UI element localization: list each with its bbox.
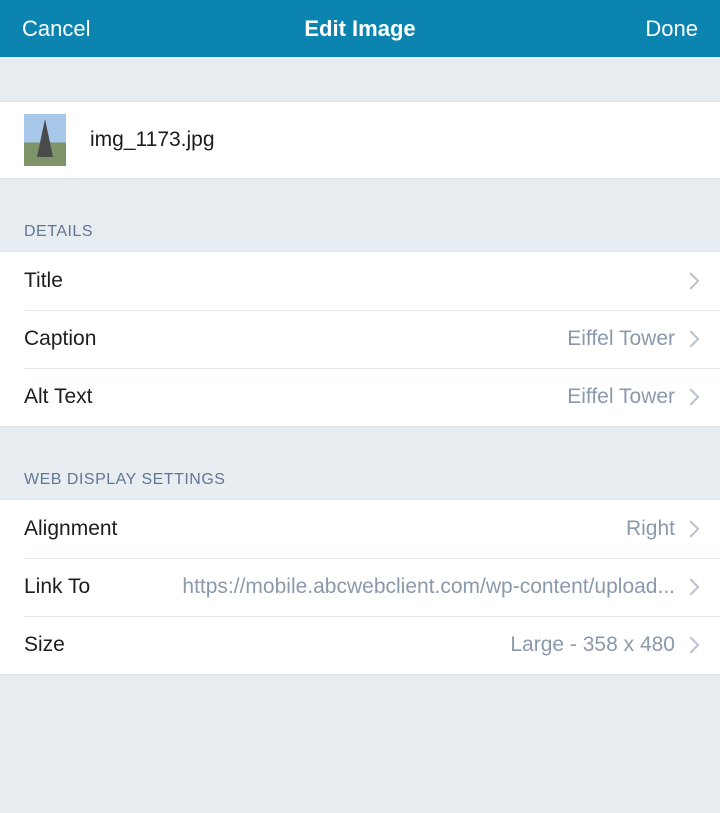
alt-text-row[interactable]: Alt Text Eiffel Tower xyxy=(0,368,720,426)
web-section-header: WEB DISPLAY SETTINGS xyxy=(0,471,720,499)
image-thumbnail xyxy=(24,114,66,166)
link-to-row[interactable]: Link To https://mobile.abcwebclient.com/… xyxy=(0,558,720,616)
caption-label: Caption xyxy=(24,327,96,351)
chevron-right-icon xyxy=(689,578,700,596)
chevron-right-icon xyxy=(689,636,700,654)
done-button[interactable]: Done xyxy=(598,16,698,42)
details-section-header: DETAILS xyxy=(0,223,720,251)
caption-row[interactable]: Caption Eiffel Tower xyxy=(0,310,720,368)
link-to-value: https://mobile.abcwebclient.com/wp-conte… xyxy=(90,575,675,599)
spacer xyxy=(0,57,720,101)
chevron-right-icon xyxy=(689,520,700,538)
title-label: Title xyxy=(24,269,63,293)
chevron-right-icon xyxy=(689,388,700,406)
details-group: Title Caption Eiffel Tower Alt Text Eiff… xyxy=(0,251,720,427)
size-row[interactable]: Size Large - 358 x 480 xyxy=(0,616,720,674)
web-settings-group: Alignment Right Link To https://mobile.a… xyxy=(0,499,720,675)
size-value: Large - 358 x 480 xyxy=(65,633,675,657)
navbar: Cancel Edit Image Done xyxy=(0,0,720,57)
alignment-label: Alignment xyxy=(24,517,117,541)
alt-text-value: Eiffel Tower xyxy=(92,385,675,409)
file-row[interactable]: img_1173.jpg xyxy=(0,101,720,179)
size-label: Size xyxy=(24,633,65,657)
alignment-value: Right xyxy=(117,517,675,541)
spacer xyxy=(0,179,720,223)
cancel-button[interactable]: Cancel xyxy=(22,16,122,42)
chevron-right-icon xyxy=(689,330,700,348)
link-to-label: Link To xyxy=(24,575,90,599)
alignment-row[interactable]: Alignment Right xyxy=(0,500,720,558)
file-name: img_1173.jpg xyxy=(90,128,215,152)
spacer xyxy=(0,427,720,471)
caption-value: Eiffel Tower xyxy=(96,327,675,351)
chevron-right-icon xyxy=(689,272,700,290)
page-title: Edit Image xyxy=(122,16,598,42)
title-row[interactable]: Title xyxy=(0,252,720,310)
alt-text-label: Alt Text xyxy=(24,385,92,409)
